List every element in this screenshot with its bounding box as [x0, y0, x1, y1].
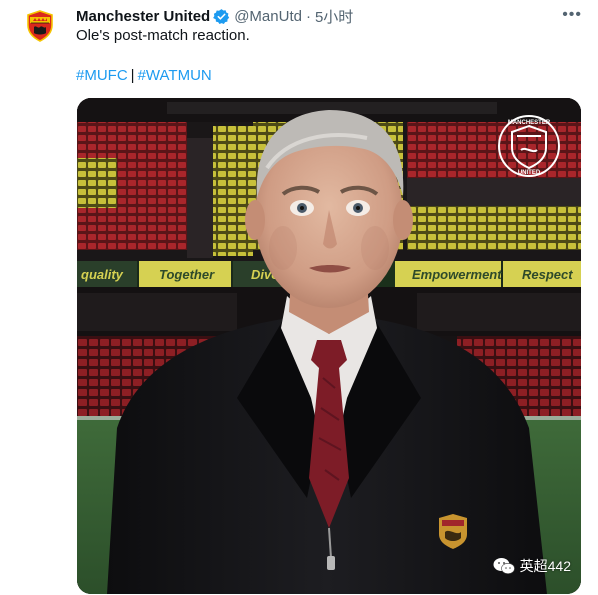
- svg-text:MANCHESTER: MANCHESTER: [508, 120, 551, 126]
- tweet-hashtags: #MUFC | #WATMUN: [76, 67, 212, 84]
- author-avatar[interactable]: [20, 6, 60, 46]
- hashtag-link[interactable]: #WATMUN: [138, 67, 212, 84]
- wechat-watermark: 英超442: [493, 556, 571, 576]
- svg-text:UNITED: UNITED: [518, 170, 541, 176]
- post-match-video-frame: quality Together Dive Empowerment Respec…: [77, 98, 581, 594]
- meta-separator: ·: [305, 7, 311, 25]
- author-handle[interactable]: @ManUtd: [234, 8, 302, 25]
- board-text: quality: [81, 267, 124, 282]
- verified-badge-icon: [213, 8, 230, 25]
- board-text: Respect: [522, 267, 573, 282]
- board-text: Together: [159, 267, 215, 282]
- more-options-icon[interactable]: •••: [562, 6, 582, 24]
- wechat-icon: [493, 558, 515, 574]
- tweet: Manchester United @ManUtd · 5小时 ••• Ole'…: [0, 0, 598, 595]
- tweet-text: Ole's post-match reaction.: [76, 27, 250, 44]
- board-text: Empowerment: [412, 267, 502, 282]
- hashtag-separator: |: [130, 67, 135, 84]
- tweet-video[interactable]: quality Together Dive Empowerment Respec…: [77, 98, 581, 594]
- tweet-header: Manchester United @ManUtd · 5小时 •••: [76, 6, 582, 26]
- watermark-label: 英超442: [519, 558, 571, 574]
- manchester-united-crest-icon: [22, 8, 58, 44]
- hashtag-link[interactable]: #MUFC: [76, 67, 128, 84]
- tweet-timestamp[interactable]: 5小时: [315, 6, 353, 27]
- author-display-name[interactable]: Manchester United: [76, 8, 210, 25]
